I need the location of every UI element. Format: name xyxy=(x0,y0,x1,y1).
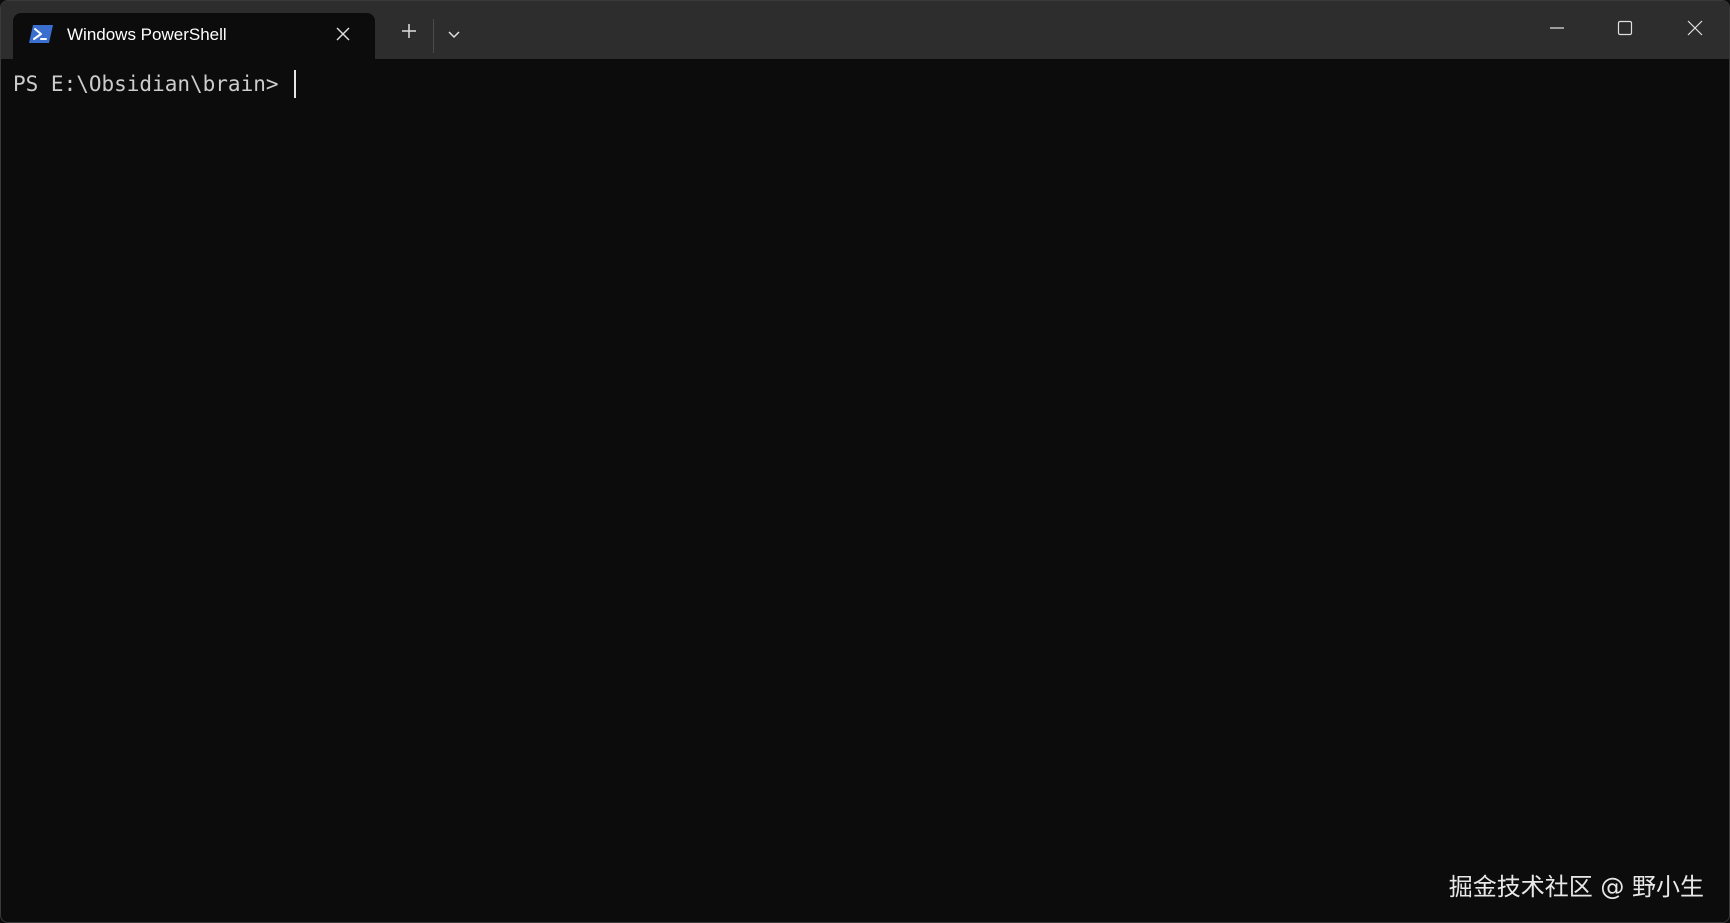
close-window-button[interactable] xyxy=(1661,1,1729,59)
terminal-window: Windows PowerShell PS E:\Obsidian\brain>… xyxy=(0,0,1730,923)
tab-windows-powershell[interactable]: Windows PowerShell xyxy=(13,13,375,59)
new-tab-button[interactable] xyxy=(393,17,425,49)
prompt-text: PS E:\Obsidian\brain> xyxy=(13,72,292,96)
plus-icon xyxy=(401,23,417,44)
terminal-output[interactable]: PS E:\Obsidian\brain> 掘金技术社区 @ 野小生 xyxy=(1,59,1729,922)
powershell-icon xyxy=(29,24,53,44)
close-tab-button[interactable] xyxy=(331,24,355,48)
tab-separator xyxy=(433,19,434,53)
minimize-button[interactable] xyxy=(1523,1,1591,59)
chevron-down-icon xyxy=(447,26,461,44)
minimize-icon xyxy=(1549,20,1565,41)
text-cursor xyxy=(294,70,296,98)
watermark: 掘金技术社区 @ 野小生 xyxy=(1448,873,1704,901)
profile-dropdown-button[interactable] xyxy=(439,19,469,51)
maximize-icon xyxy=(1617,20,1633,41)
close-icon xyxy=(336,27,350,46)
prompt-line[interactable]: PS E:\Obsidian\brain> xyxy=(13,70,296,98)
title-bar: Windows PowerShell xyxy=(1,1,1729,59)
maximize-button[interactable] xyxy=(1591,1,1659,59)
tab-title: Windows PowerShell xyxy=(67,25,227,44)
close-icon xyxy=(1687,20,1703,41)
